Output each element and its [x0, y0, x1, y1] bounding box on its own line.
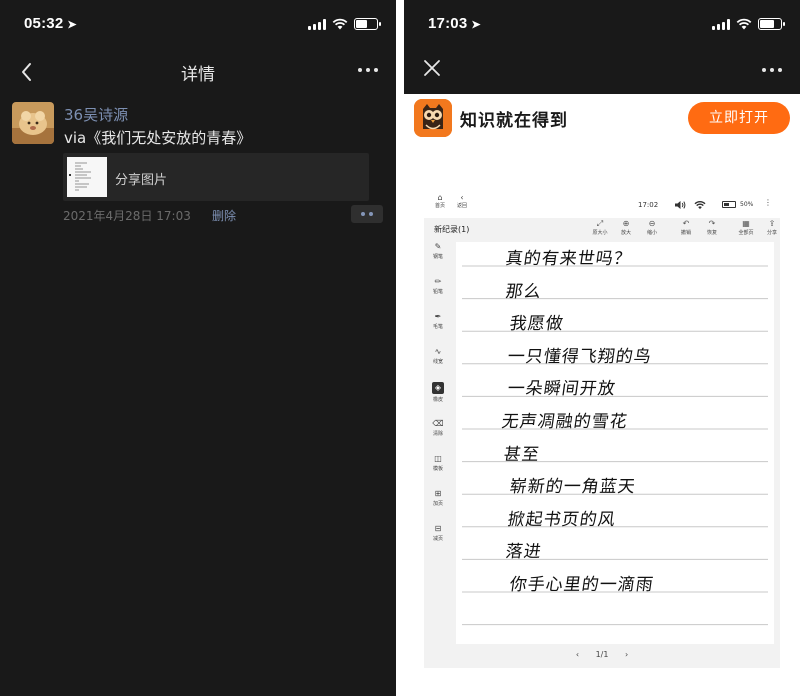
tablet-doc-title: 新纪录(1)	[434, 225, 470, 234]
remove-page-icon: ⊟	[434, 524, 442, 533]
tool-add-page: ⊞ 加页	[427, 489, 449, 507]
more-dots-icon[interactable]	[762, 68, 782, 72]
handwritten-line: 你手心里的一滴雨	[508, 575, 656, 595]
shared-note-image: ⌂ 首页 ‹ 返回 17:02 50% ⋮ 新纪录(1) ⤢ 原大小 ⊕ 放大 …	[424, 190, 780, 668]
delete-link[interactable]: 删除	[212, 207, 236, 224]
tablet-battery-percent: 50%	[740, 201, 754, 208]
handwritten-line: 一朵瞬间开放	[506, 379, 618, 400]
fit-icon: ⤢	[596, 219, 604, 228]
share-thumbnail	[67, 157, 107, 197]
tablet-toolbar: ⤢ 原大小 ⊕ 放大 ⊖ 缩小 ↶ 撤销 ↷ 恢复 ▦ 全部页 ⇪ 分享	[590, 219, 782, 239]
home-icon: ⌂	[437, 193, 443, 202]
close-icon[interactable]	[422, 58, 442, 78]
wifi-icon	[736, 18, 752, 30]
location-arrow-icon: ➤	[67, 19, 77, 31]
handwritten-line: 我愿做	[508, 314, 566, 335]
page-title: 详情	[181, 65, 215, 85]
line-width-icon: ∿	[434, 347, 442, 356]
tablet-status-bar: ⌂ 首页 ‹ 返回 17:02 50% ⋮	[424, 190, 780, 218]
redo-icon: ↷	[708, 219, 716, 228]
tool-pencil: ✏ 铅笔	[427, 277, 449, 295]
signal-icon	[712, 18, 730, 30]
battery-icon	[722, 201, 736, 208]
pencil-icon: ✏	[434, 277, 442, 286]
tool-pen: ✎ 钢笔	[427, 242, 449, 260]
volume-icon	[675, 201, 686, 209]
handwritten-line: 甚至	[502, 444, 542, 465]
clear-icon: ⌫	[432, 419, 444, 428]
add-page-icon: ⊞	[434, 489, 442, 498]
handwritten-line: 无声凋融的雪花	[500, 412, 630, 432]
handwritten-line: 掀起书页的风	[506, 509, 618, 530]
app-open-banner: 知识就在得到 立即打开	[404, 94, 800, 144]
zoom-out-icon: ⊖	[648, 219, 656, 228]
note-paper: 真的有来世吗？ 那么我愿做一只懂得飞翔的鸟 一朵瞬间开放 无声凋融的雪花 甚至崭新的一角…	[456, 242, 774, 644]
status-time: 05:32 ➤	[24, 15, 77, 32]
handwritten-line: 那么	[504, 281, 544, 302]
battery-icon	[354, 18, 381, 30]
signal-icon	[308, 18, 326, 30]
tool-clear: ⌫ 清除	[427, 419, 449, 437]
avatar[interactable]	[12, 102, 54, 144]
top-bar: 17:03 ➤	[404, 0, 800, 94]
tool-share: ⇪ 分享	[762, 219, 782, 239]
prev-page-icon: ‹	[575, 650, 580, 659]
status-bar: 17:03 ➤	[404, 0, 800, 50]
brush-icon: ✒	[434, 312, 442, 321]
handwritten-line: 崭新的一角蓝天	[508, 477, 638, 498]
open-app-button[interactable]: 立即打开	[688, 102, 790, 134]
handwritten-line: 真的有来世吗？	[504, 249, 634, 269]
handwritten-line: 落进	[504, 542, 544, 563]
wifi-icon	[694, 201, 706, 210]
tool-brush: ✒ 毛笔	[427, 312, 449, 330]
zoom-in-icon: ⊕	[622, 219, 630, 228]
template-icon: ◫	[434, 454, 442, 463]
post-user-name[interactable]: 36吴诗源	[64, 104, 128, 125]
tablet-pager: ‹ 1/1 ›	[575, 650, 629, 659]
share-image-card[interactable]: 分享图片	[63, 153, 369, 201]
more-vertical-icon: ⋮	[764, 198, 772, 207]
handwritten-line: 一只懂得飞翔的鸟	[506, 346, 654, 367]
undo-icon: ↶	[682, 219, 690, 228]
tool-redo: ↷ 恢复	[702, 219, 722, 239]
pen-icon: ✎	[434, 242, 442, 251]
tool-all-pages: ▦ 全部页	[736, 219, 756, 239]
more-dots-icon[interactable]	[358, 68, 378, 72]
tool-eraser: ◈ 橡皮	[432, 382, 444, 403]
tablet-back-button: ‹ 返回	[454, 193, 470, 209]
next-page-icon: ›	[624, 650, 629, 659]
tool-zoom-in: ⊕ 放大	[616, 219, 636, 239]
banner-slogan: 知识就在得到	[460, 111, 568, 131]
tool-template: ◫ 模板	[427, 454, 449, 472]
eraser-icon: ◈	[432, 382, 444, 394]
tool-fit: ⤢ 原大小	[590, 219, 610, 239]
tool-remove-page: ⊟ 减页	[427, 524, 449, 542]
share-icon: ⇪	[768, 219, 776, 228]
tablet-home-button: ⌂ 首页	[430, 193, 450, 209]
tool-zoom-out: ⊖ 缩小	[642, 219, 662, 239]
grid-icon: ▦	[742, 219, 750, 228]
comment-button[interactable]	[351, 205, 383, 223]
right-phone-screen: 17:03 ➤ 知识就在得到 立即打开 ⌂ 首页 ‹ 返回 17:02 50% …	[404, 0, 800, 696]
location-arrow-icon: ➤	[471, 19, 481, 31]
battery-icon	[758, 18, 785, 30]
tool-undo: ↶ 撤销	[676, 219, 696, 239]
post-via-text: via《我们无处安放的青春》	[64, 129, 252, 147]
status-bar: 05:32 ➤	[0, 0, 396, 50]
share-label: 分享图片	[115, 173, 168, 188]
status-time: 17:03 ➤	[428, 15, 481, 32]
tool-line-width: ∿ 线宽	[427, 347, 449, 365]
owl-app-icon	[414, 99, 452, 137]
back-icon: ‹	[460, 193, 464, 202]
nav-bar: 详情	[0, 50, 396, 94]
post-timestamp: 2021年4月28日 17:03	[63, 209, 191, 223]
tablet-time: 17:02	[638, 201, 659, 209]
handwriting: 真的有来世吗？ 那么我愿做一只懂得飞翔的鸟 一朵瞬间开放 无声凋融的雪花 甚至崭新的一角…	[456, 242, 774, 644]
left-phone-screen: 05:32 ➤ 详情 36吴诗源 via《我们无处安放的青春》 分享图片 202…	[0, 0, 396, 696]
wifi-icon	[332, 18, 348, 30]
